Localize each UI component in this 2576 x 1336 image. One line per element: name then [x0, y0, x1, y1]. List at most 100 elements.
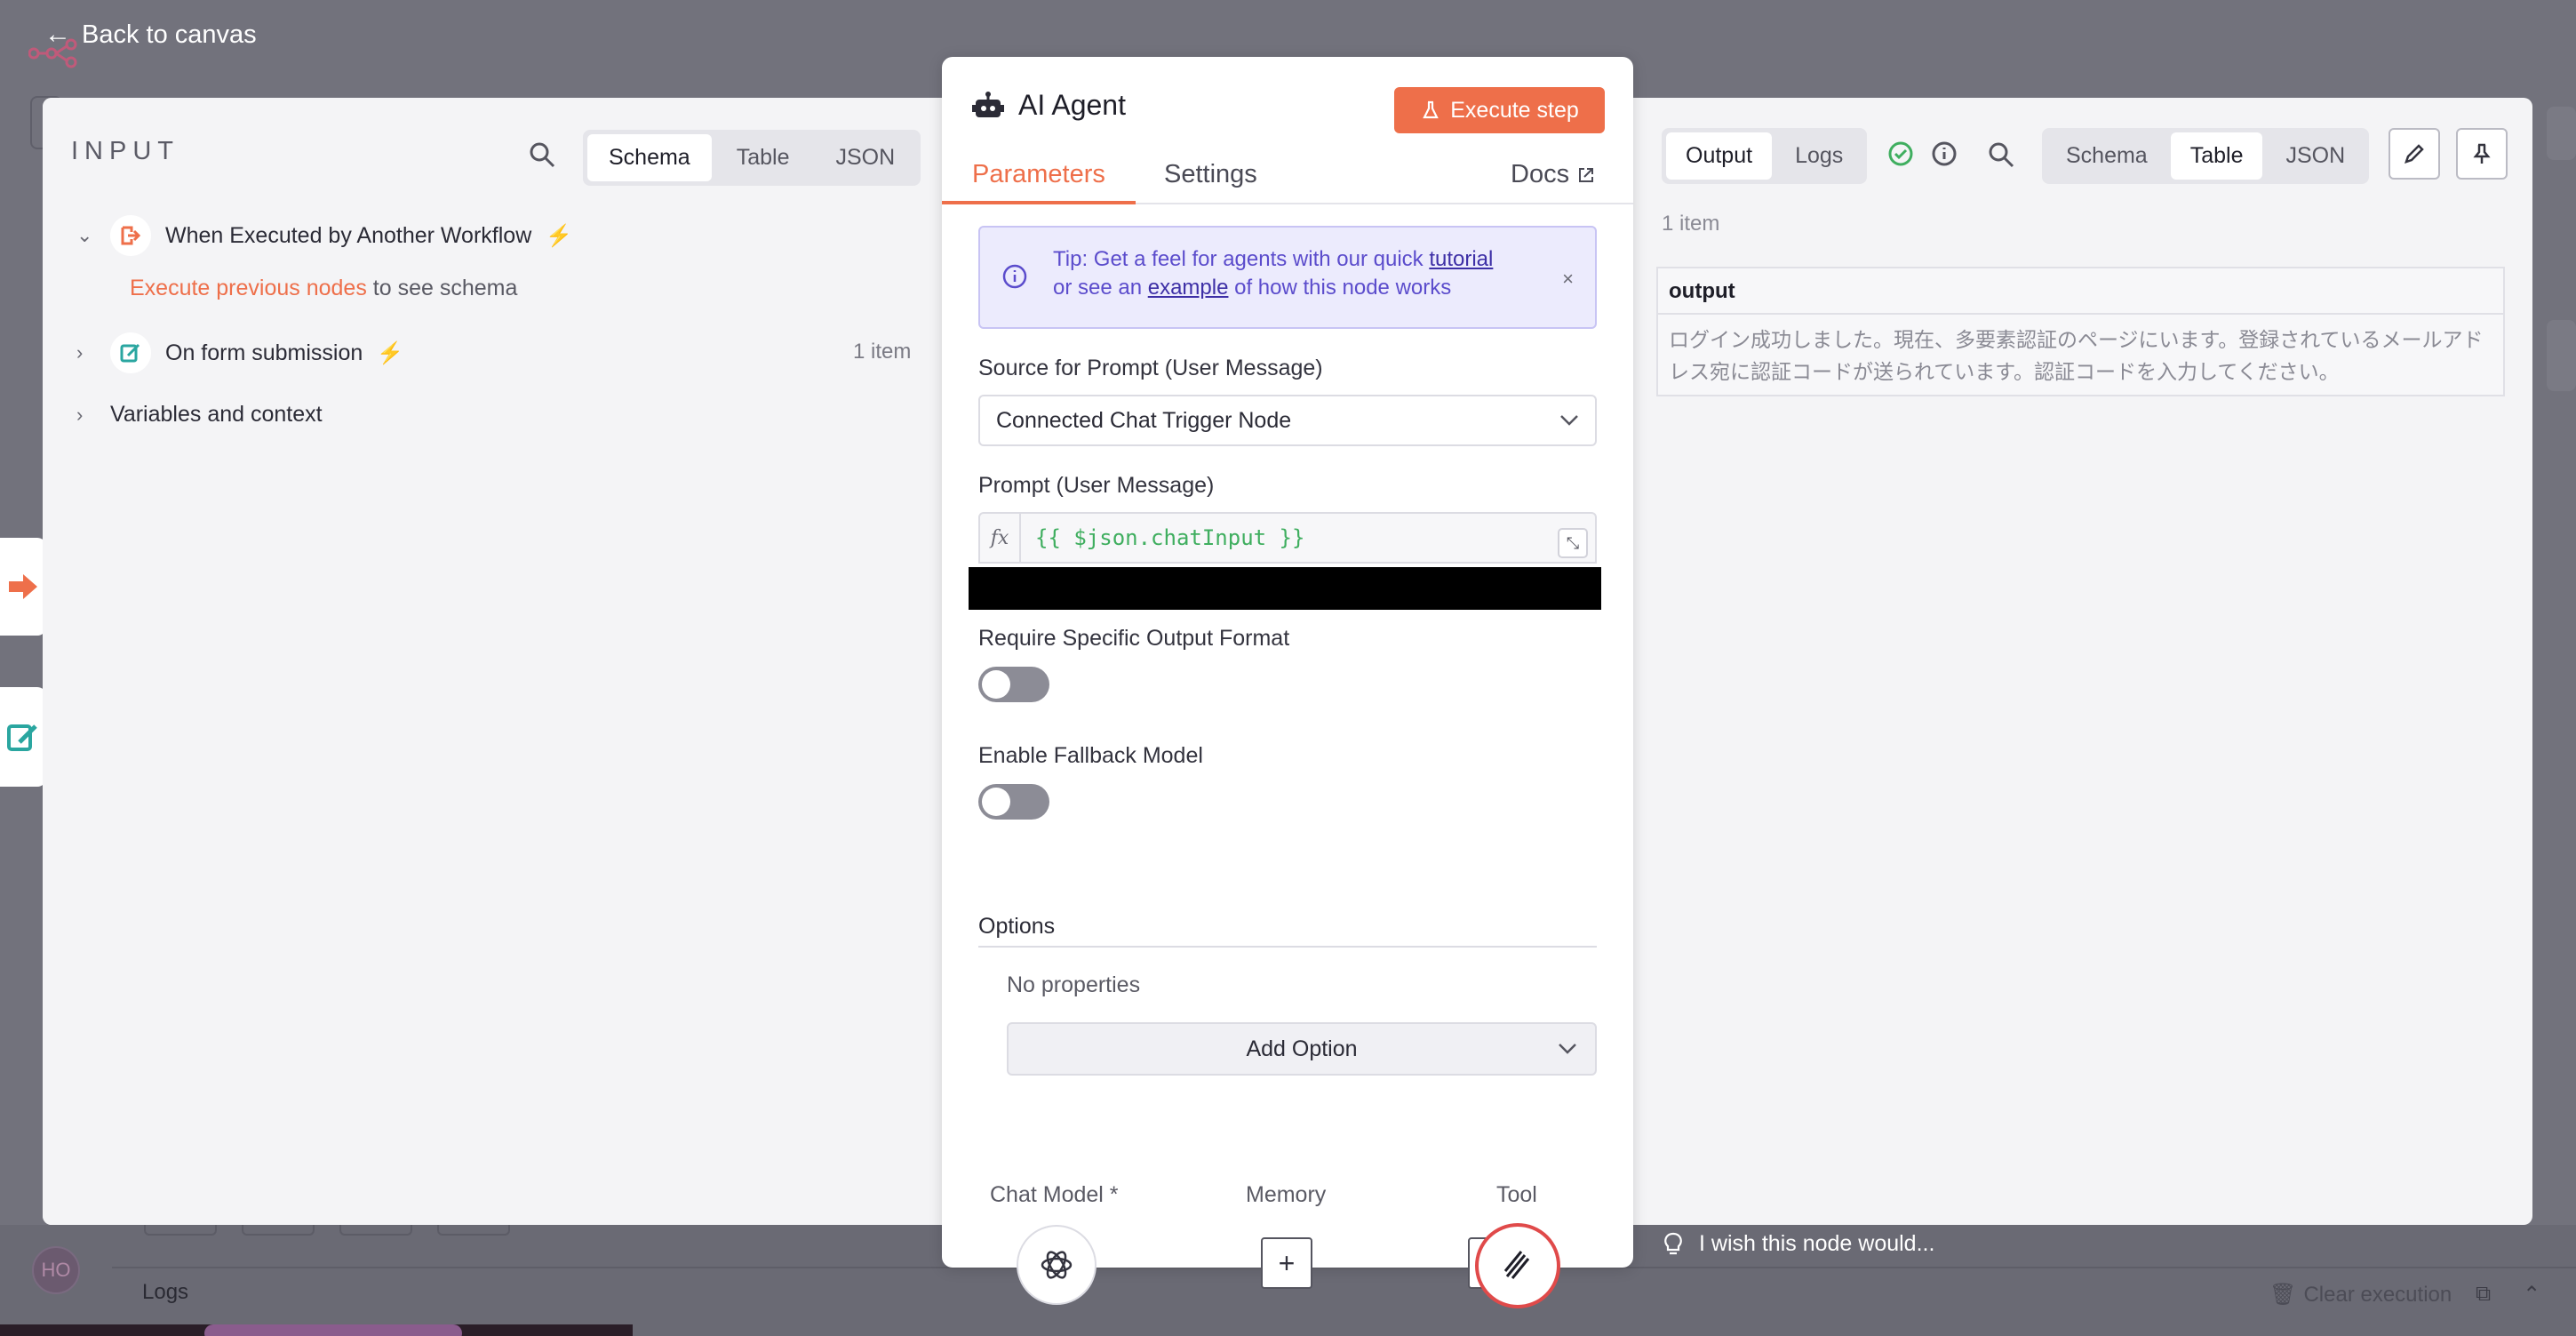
tab-schema[interactable]: Schema — [2046, 132, 2167, 180]
lightbulb-icon — [1664, 1232, 1682, 1254]
flask-icon — [1423, 100, 1440, 119]
tool-node-icon — [1503, 1251, 1530, 1279]
trigger-arrow-icon — [9, 574, 37, 599]
tip-text: or see an — [1053, 276, 1148, 300]
input-node-row[interactable]: › On form submission ⚡ — [76, 332, 403, 373]
example-link[interactable]: example — [1148, 276, 1229, 300]
redacted-region — [969, 567, 1601, 610]
input-panel-title: INPUT — [71, 137, 179, 165]
execute-previous-nodes-link[interactable]: Execute previous nodes — [130, 276, 367, 300]
search-icon[interactable] — [528, 140, 556, 169]
chevron-right-icon[interactable]: › — [76, 404, 96, 427]
tab-parameters[interactable]: Parameters — [972, 160, 1105, 189]
variables-context-row[interactable]: › Variables and context — [76, 402, 323, 428]
search-icon[interactable] — [1987, 140, 2015, 169]
tab-settings[interactable]: Settings — [1164, 160, 1257, 189]
avatar[interactable]: HO — [32, 1246, 80, 1294]
docs-link[interactable]: Docs — [1511, 160, 1596, 189]
tab-schema[interactable]: Schema — [587, 134, 712, 181]
popout-icon[interactable]: ⧉ — [2476, 1282, 2491, 1308]
node-tabs: Parameters Settings Docs — [942, 149, 1633, 204]
pin-output-button[interactable] — [2456, 128, 2508, 180]
arrow-left-icon: ← — [44, 20, 71, 49]
node-label: On form submission — [165, 340, 363, 365]
tip-callout: Tip: Get a feel for agents with our quic… — [978, 226, 1597, 329]
chevron-down-icon[interactable]: ⌄ — [76, 224, 96, 247]
add-option-button[interactable]: Add Option — [1007, 1022, 1597, 1076]
prompt-expression-input[interactable]: fx {{ $json.chatInput }} ⤡ — [978, 512, 1597, 564]
canvas-control — [2547, 320, 2576, 391]
tab-table[interactable]: Table — [2170, 132, 2263, 180]
tool-node[interactable] — [1475, 1223, 1560, 1308]
close-icon[interactable]: × — [1562, 265, 1574, 293]
expand-editor-icon[interactable]: ⤡ — [1558, 528, 1588, 558]
docs-label: Docs — [1511, 160, 1570, 188]
prompt-expression-value: {{ $json.chatInput }} — [1035, 525, 1305, 550]
options-label: Options — [978, 914, 1056, 939]
chevron-down-icon — [1559, 1044, 1576, 1054]
trigger-bolt-icon: ⚡ — [377, 340, 404, 365]
next-node-shortcut[interactable] — [0, 687, 46, 787]
divider — [978, 946, 1597, 948]
memory-label: Memory — [1246, 1182, 1327, 1207]
input-view-switch: Schema Table JSON — [583, 130, 921, 186]
chat-model-label: Chat Model * — [990, 1182, 1119, 1207]
ai-agent-node-panel: AI Agent Execute step Parameters Setting… — [942, 57, 1633, 1308]
logs-controls: ⧉ ⌃ — [2476, 1282, 2540, 1308]
require-format-toggle[interactable] — [978, 667, 1049, 702]
info-icon — [1002, 264, 1027, 289]
schema-hint: Execute previous nodes to see schema — [130, 276, 517, 301]
output-table: output ログイン成功しました。現在、多要素認証のページにいます。登録されて… — [1656, 267, 2505, 396]
no-properties-text: No properties — [1007, 972, 1141, 997]
input-panel: INPUT Schema Table JSON ⌄ When Executed … — [43, 98, 942, 1225]
fallback-model-toggle[interactable] — [978, 784, 1049, 820]
info-icon[interactable] — [1931, 140, 1958, 167]
source-prompt-label: Source for Prompt (User Message) — [978, 356, 1323, 380]
variables-label: Variables and context — [110, 402, 323, 427]
tip-text: Tip: Get a feel for agents with our quic… — [1053, 247, 1430, 271]
tutorial-link[interactable]: tutorial — [1429, 247, 1493, 271]
back-to-canvas-link[interactable]: ← Back to canvas — [44, 20, 257, 50]
feedback-prompt[interactable]: I wish this node would... — [1663, 1231, 1934, 1257]
node-title-label: AI Agent — [1018, 89, 1126, 121]
schema-hint-suffix: to see schema — [372, 276, 518, 300]
active-tab-indicator — [942, 201, 1136, 204]
output-tabs: Output Logs — [1662, 128, 1868, 184]
tip-line-1: Tip: Get a feel for agents with our quic… — [1053, 245, 1577, 274]
canvas-control — [2547, 107, 2576, 160]
node-label: When Executed by Another Workflow — [165, 222, 532, 248]
prompt-label: Prompt (User Message) — [978, 473, 1215, 498]
input-node-row[interactable]: ⌄ When Executed by Another Workflow ⚡ — [76, 215, 572, 256]
previous-node-shortcut[interactable] — [0, 538, 46, 636]
fx-icon: fx — [980, 514, 1021, 562]
tab-json[interactable]: JSON — [2266, 132, 2365, 180]
chevron-right-icon[interactable]: › — [76, 341, 96, 364]
form-edit-icon — [7, 724, 37, 751]
clear-execution-label: Clear execution — [2303, 1282, 2452, 1307]
chevron-up-icon[interactable]: ⌃ — [2523, 1282, 2540, 1308]
tab-logs[interactable]: Logs — [1775, 132, 1862, 180]
table-cell-output: ログイン成功しました。現在、多要素認証のページにいます。登録されているメールアド… — [1669, 328, 2484, 383]
source-prompt-value: Connected Chat Trigger Node — [996, 407, 1292, 433]
external-link-icon — [1579, 167, 1594, 182]
logs-panel-toggle[interactable]: Logs — [142, 1280, 188, 1305]
pencil-icon — [2405, 144, 2424, 164]
fallback-model-label: Enable Fallback Model — [978, 743, 1203, 768]
node-title: AI Agent — [972, 89, 1126, 122]
add-memory-button[interactable]: + — [1261, 1237, 1312, 1289]
chat-model-node[interactable] — [1017, 1225, 1097, 1305]
trash-icon: 🗑 — [2269, 1283, 2297, 1307]
item-count: 1 item — [853, 340, 912, 364]
edit-output-button[interactable] — [2389, 128, 2440, 180]
execute-step-button[interactable]: Execute step — [1394, 87, 1605, 133]
output-item-count: 1 item — [1662, 212, 1720, 236]
clear-execution-button[interactable]: 🗑 Clear execution — [2269, 1282, 2452, 1308]
tool-label: Tool — [1496, 1182, 1537, 1207]
tab-json[interactable]: JSON — [814, 134, 916, 181]
tab-output[interactable]: Output — [1666, 132, 1773, 180]
tab-table[interactable]: Table — [715, 134, 811, 181]
robot-icon — [972, 91, 1004, 117]
tip-text: of how this node works — [1228, 276, 1452, 300]
source-prompt-select[interactable]: Connected Chat Trigger Node — [978, 395, 1597, 446]
feedback-label: I wish this node would... — [1699, 1231, 1935, 1256]
